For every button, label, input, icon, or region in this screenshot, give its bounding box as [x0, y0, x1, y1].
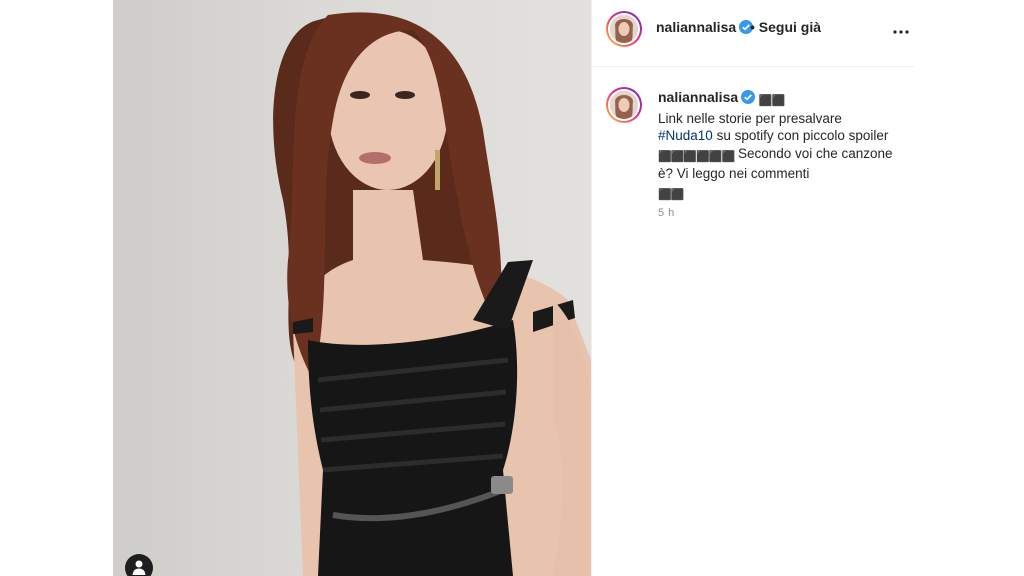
caption-emoji: ⬛⬛	[758, 94, 785, 107]
hashtag-link[interactable]: #Nuda10	[658, 128, 713, 143]
header-username-text[interactable]: naliannalisa	[656, 19, 736, 35]
more-options-icon[interactable]	[892, 29, 910, 35]
caption-emoji: ⬛⬛⬛⬛⬛⬛	[658, 149, 735, 163]
caption-username-text[interactable]: naliannalisa	[658, 89, 738, 105]
post-timestamp[interactable]: 5 h	[658, 207, 675, 219]
caption-text: su spotify con piccolo spoiler	[712, 128, 889, 143]
post-caption: naliannalisa ⬛⬛ Link nelle storie per pr…	[658, 89, 903, 203]
caption-username[interactable]: naliannalisa	[658, 89, 756, 105]
follow-status-button[interactable]: • Segui già	[750, 19, 821, 35]
header-username[interactable]: naliannalisa	[656, 19, 754, 35]
user-tag-icon	[132, 560, 146, 575]
post-photo[interactable]	[113, 0, 591, 576]
caption-emoji: ⬛⬛	[658, 187, 684, 201]
avatar-image	[610, 15, 638, 43]
caption-avatar[interactable]	[606, 87, 642, 123]
caption-text: Link nelle storie per presalvare	[658, 110, 842, 126]
post-header: naliannalisa • Segui già	[592, 0, 914, 67]
header-avatar[interactable]	[606, 11, 642, 47]
verified-badge-icon	[741, 90, 756, 104]
avatar-image	[610, 91, 638, 119]
post-side-panel: naliannalisa • Segui già naliannalisa ⬛⬛…	[591, 0, 914, 576]
post-photo-illustration	[273, 12, 591, 576]
tag-button[interactable]	[125, 554, 153, 576]
